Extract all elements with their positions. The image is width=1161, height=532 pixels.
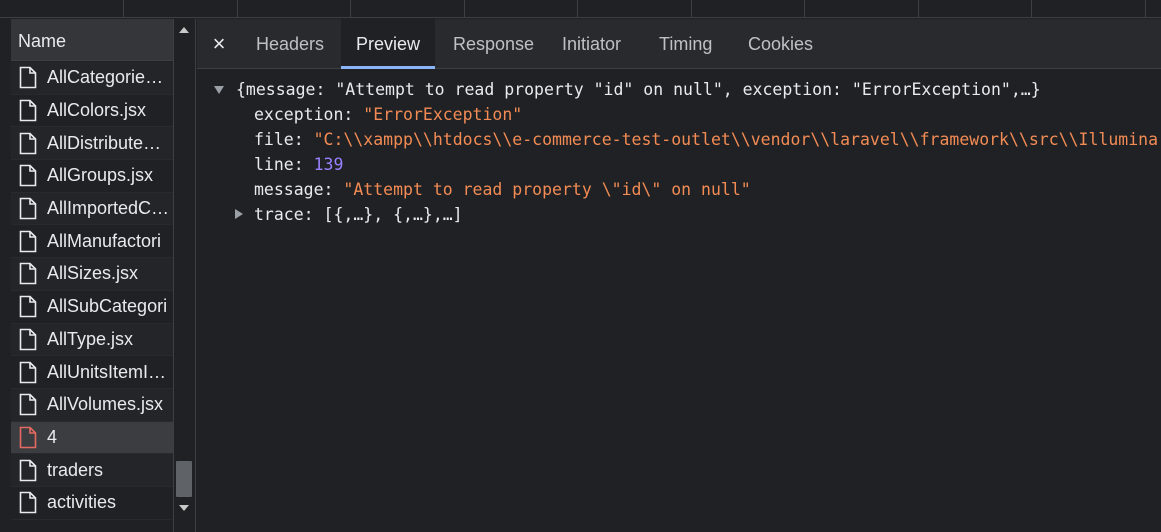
request-name: AllSubCategori — [47, 296, 168, 317]
request-name: AllColors.jsx — [47, 100, 147, 121]
request-name: activities — [47, 492, 117, 513]
detail-tabbar: × Headers Preview Response Initiator Tim… — [197, 19, 1161, 69]
document-icon — [19, 393, 37, 416]
request-row[interactable]: activities — [11, 487, 173, 520]
request-list-pane: Name AllCategories.jsx AllColors.jsx AllDi… — [0, 19, 196, 532]
request-list: AllCategories.jsx AllColors.jsx AllDistrib… — [11, 62, 173, 532]
request-name: AllImportedCo... — [47, 198, 173, 219]
request-name: AllType.jsx — [47, 328, 134, 349]
request-name: AllManufactori — [47, 230, 162, 251]
timeline-gridline — [1031, 0, 1032, 18]
json-key: line — [254, 155, 294, 174]
request-row[interactable]: AllUnitsItemId... — [11, 356, 173, 389]
json-field-exception: exception: "ErrorException" — [254, 105, 523, 124]
request-name: AllDistributeC... — [47, 132, 172, 153]
close-icon[interactable]: × — [209, 33, 229, 55]
document-icon — [19, 132, 37, 155]
request-row[interactable]: AllSizes.jsx — [11, 258, 173, 291]
json-summary[interactable]: {message: "Attempt to read property "id"… — [236, 78, 1041, 102]
json-field-trace[interactable]: trace: [{,…}, {,…},…] — [254, 203, 463, 227]
request-row[interactable]: AllType.jsx — [11, 323, 173, 357]
request-name: traders — [47, 459, 104, 480]
request-row[interactable]: AllImportedCo... — [11, 192, 173, 226]
timeline-gridline — [918, 0, 919, 18]
timeline-gridline — [237, 0, 238, 18]
tab-timing[interactable]: Timing — [644, 19, 727, 69]
request-row[interactable]: AllGroups.jsx — [11, 160, 173, 193]
document-icon — [19, 361, 37, 383]
collapse-triangle-icon[interactable] — [214, 86, 224, 94]
json-preview: {message: "Attempt to read property "id"… — [197, 70, 1161, 532]
timeline-gridline — [1145, 0, 1146, 18]
document-icon — [19, 197, 37, 220]
document-icon — [19, 165, 37, 187]
request-detail-pane: × Headers Preview Response Initiator Tim… — [197, 19, 1161, 532]
document-icon — [19, 67, 37, 89]
timeline-overview[interactable] — [0, 0, 1161, 18]
json-key: exception — [254, 105, 344, 124]
request-row[interactable]: traders — [11, 454, 173, 487]
document-icon — [19, 99, 37, 122]
json-value: "Attempt to read property \"id\" on null… — [343, 180, 751, 199]
document-icon — [19, 263, 37, 285]
name-column-label: Name — [18, 31, 67, 51]
timeline-gridline — [577, 0, 578, 18]
document-icon — [19, 459, 37, 481]
timeline-gridline — [691, 0, 692, 18]
request-name: AllCategories.jsx — [47, 67, 173, 88]
scroll-up-arrow-icon[interactable] — [179, 27, 189, 33]
request-name: 4 — [47, 426, 58, 447]
timeline-gridline — [350, 0, 351, 18]
document-icon — [19, 295, 37, 318]
document-icon — [19, 491, 37, 514]
scroll-thumb[interactable] — [176, 461, 192, 497]
timeline-gridline — [123, 0, 124, 18]
request-name: AllSizes.jsx — [47, 263, 139, 284]
timeline-gridline — [804, 0, 805, 18]
request-name: AllUnitsItemId... — [47, 361, 173, 382]
json-field-line: line: 139 — [254, 155, 344, 174]
request-row[interactable]: AllManufactori — [11, 225, 173, 259]
json-value: 139 — [313, 155, 344, 174]
scroll-down-arrow-icon[interactable] — [179, 505, 189, 511]
json-value: "C:\\xampp\\htdocs\\e-commerce-test-outl… — [313, 130, 1159, 149]
request-row[interactable]: AllVolumes.jsx — [11, 388, 173, 422]
json-key: message — [254, 180, 324, 199]
request-row[interactable]: AllColors.jsx — [11, 95, 173, 128]
request-row[interactable]: 4 — [11, 421, 173, 455]
json-key: file — [254, 130, 294, 149]
error-document-icon — [19, 426, 37, 449]
tab-preview[interactable]: Preview — [341, 19, 436, 69]
tab-initiator[interactable]: Initiator — [547, 19, 636, 69]
tab-cookies[interactable]: Cookies — [733, 19, 828, 69]
request-name: AllVolumes.jsx — [47, 394, 164, 415]
document-icon — [19, 328, 37, 351]
json-field-message: message: "Attempt to read property \"id\… — [254, 180, 751, 199]
request-name: AllGroups.jsx — [47, 165, 154, 186]
json-value: [{,…}, {,…},…] — [323, 205, 463, 224]
document-icon — [19, 230, 37, 253]
json-field-file: file: "C:\\xampp\\htdocs\\e-commerce-tes… — [254, 130, 1159, 149]
name-column-header[interactable]: Name — [11, 19, 173, 61]
request-row[interactable]: AllSubCategori — [11, 291, 173, 324]
tab-response[interactable]: Response — [438, 19, 549, 69]
json-key: trace — [254, 205, 304, 224]
json-value: "ErrorException" — [363, 105, 523, 124]
timeline-gridline — [464, 0, 465, 18]
request-row[interactable]: AllDistributeC... — [11, 127, 173, 161]
tab-headers[interactable]: Headers — [241, 19, 339, 69]
list-scrollbar[interactable] — [173, 19, 195, 532]
expand-triangle-icon[interactable] — [235, 209, 243, 219]
request-row[interactable]: AllCategories.jsx — [11, 62, 173, 95]
